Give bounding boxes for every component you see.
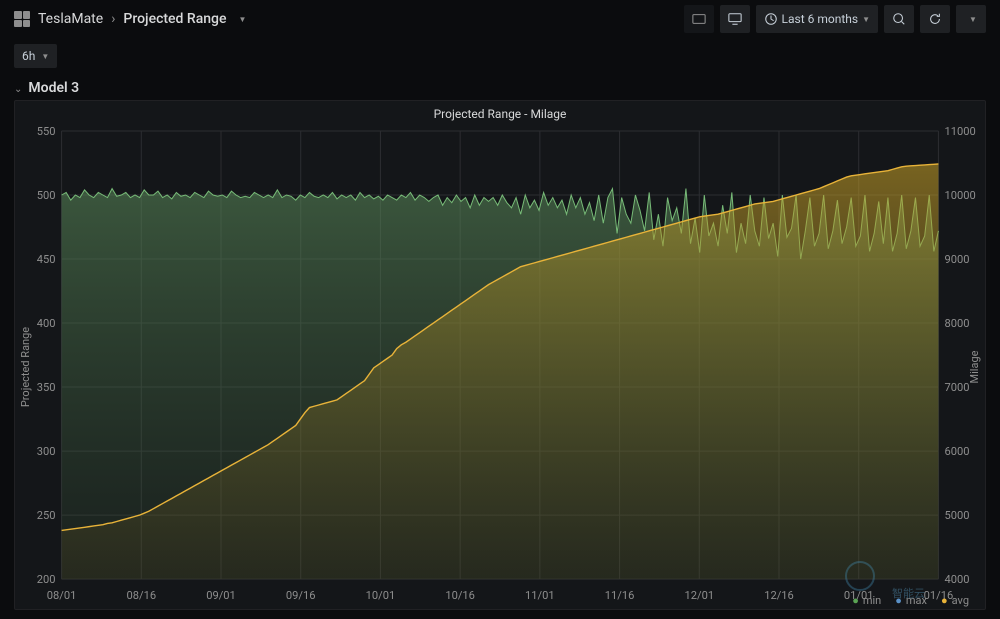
- chevron-down-icon: ▼: [969, 15, 977, 24]
- svg-text:11000: 11000: [944, 125, 975, 138]
- svg-text:550: 550: [37, 125, 56, 138]
- svg-text:08/16: 08/16: [126, 589, 156, 602]
- svg-text:200: 200: [37, 573, 56, 586]
- add-panel-button[interactable]: [684, 5, 714, 33]
- svg-text:12/01: 12/01: [684, 589, 714, 602]
- breadcrumb[interactable]: TeslaMate › Projected Range ▼: [14, 11, 246, 27]
- svg-text:500: 500: [37, 189, 56, 202]
- svg-text:300: 300: [37, 445, 56, 458]
- svg-text:6000: 6000: [944, 445, 969, 458]
- monitor-icon: [728, 12, 742, 26]
- clock-icon: [764, 12, 778, 26]
- svg-text:10/01: 10/01: [366, 589, 396, 602]
- refresh-interval-button[interactable]: ▼: [956, 5, 986, 33]
- svg-text:11/01: 11/01: [525, 589, 555, 602]
- topbar: TeslaMate › Projected Range ▼ Last 6 mon…: [0, 0, 1000, 38]
- zoom-out-button[interactable]: [884, 5, 914, 33]
- svg-text:350: 350: [37, 381, 56, 394]
- svg-text:12/16: 12/16: [764, 589, 794, 602]
- page-title: Projected Range: [123, 11, 226, 27]
- svg-text:09/01: 09/01: [206, 589, 236, 602]
- svg-text:250: 250: [37, 509, 56, 522]
- chevron-right-icon: ›: [111, 11, 115, 27]
- tv-mode-button[interactable]: [720, 5, 750, 33]
- svg-text:09/16: 09/16: [286, 589, 316, 602]
- app-root: TeslaMate › Projected Range ▼ Last 6 mon…: [0, 0, 1000, 619]
- svg-text:8000: 8000: [944, 317, 969, 330]
- row-title: Model 3: [28, 80, 79, 96]
- chevron-down-icon: ▼: [862, 15, 870, 24]
- row-header[interactable]: ⌄ Model 3: [0, 74, 1000, 100]
- svg-text:08/01: 08/01: [47, 589, 77, 602]
- svg-text:9000: 9000: [944, 253, 969, 266]
- legend-max: ●max: [895, 594, 927, 607]
- chart-svg: 200 250 300 350 400 450 500 550 4000 5000 6000 7000…: [15, 125, 985, 609]
- panel-title: Projected Range - Milage: [15, 101, 985, 123]
- time-range-picker[interactable]: Last 6 months ▼: [756, 5, 878, 33]
- chart-legend: ●min ●max ●avg: [852, 594, 969, 607]
- interval-variable[interactable]: 6h ▼: [14, 44, 57, 68]
- refresh-icon: [928, 12, 942, 26]
- breadcrumb-root: TeslaMate: [38, 11, 103, 27]
- svg-text:450: 450: [37, 253, 56, 266]
- time-range-label: Last 6 months: [782, 12, 859, 26]
- chart-panel: Projected Range - Milage Projected Range…: [14, 100, 986, 610]
- svg-text:11/16: 11/16: [605, 589, 635, 602]
- chevron-down-icon: ⌄: [14, 84, 22, 95]
- svg-text:4000: 4000: [944, 573, 969, 586]
- svg-text:10000: 10000: [944, 189, 975, 202]
- legend-avg: ●avg: [941, 594, 969, 607]
- svg-text:5000: 5000: [944, 509, 969, 522]
- dashboard-icon: [14, 11, 30, 27]
- svg-text:400: 400: [37, 317, 56, 330]
- variables-row: 6h ▼: [0, 38, 1000, 74]
- chart-area[interactable]: Projected Range Milage 20025030035040045…: [15, 125, 985, 609]
- svg-text:10/16: 10/16: [445, 589, 475, 602]
- chevron-down-icon: ▼: [41, 52, 49, 61]
- refresh-button[interactable]: [920, 5, 950, 33]
- panel-add-icon: [692, 12, 706, 26]
- zoom-out-icon: [892, 12, 906, 26]
- toolbar-right: Last 6 months ▼ ▼: [684, 5, 986, 33]
- svg-text:7000: 7000: [944, 381, 969, 394]
- interval-value: 6h: [22, 49, 35, 63]
- legend-min: ●min: [852, 594, 881, 607]
- chevron-down-icon: ▼: [239, 15, 247, 24]
